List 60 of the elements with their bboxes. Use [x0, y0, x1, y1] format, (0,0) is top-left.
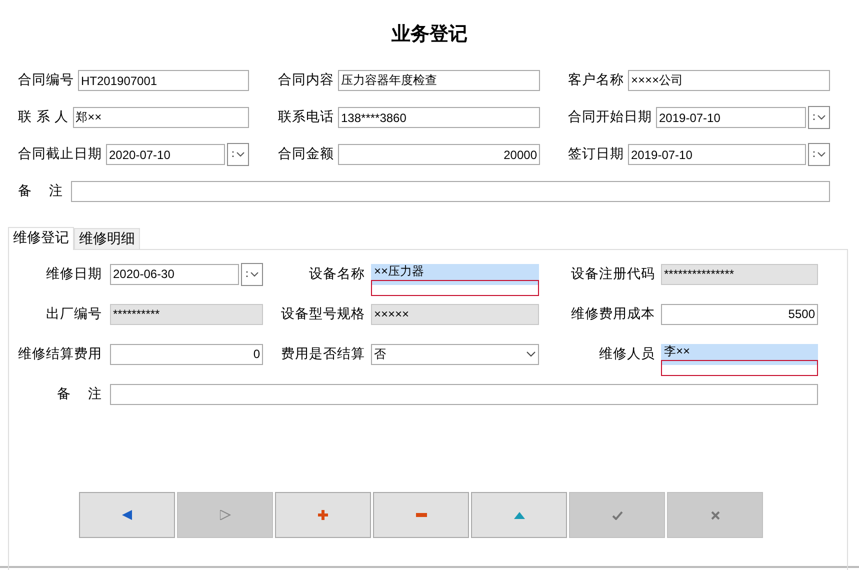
- tab[interactable]: 维修登记: [8, 227, 74, 250]
- minus-icon: [416, 513, 426, 517]
- field-label: 设备名称: [308, 264, 365, 284]
- close-icon: [710, 510, 720, 520]
- field-label: 维修日期: [45, 264, 102, 284]
- left-triangle-button[interactable]: [79, 492, 175, 538]
- plus-icon: [318, 510, 328, 520]
- field-label: 联系电话: [278, 108, 334, 128]
- dropdown-field[interactable]: 否: [371, 344, 539, 364]
- input-field[interactable]: 0: [110, 344, 263, 364]
- input-field[interactable]: HT201907001: [78, 70, 249, 91]
- field-label: 设备注册代码: [570, 264, 655, 284]
- field-label: 签订日期: [568, 145, 624, 164]
- input-field[interactable]: 138****3860: [338, 107, 540, 128]
- input-field[interactable]: 压力容器年度检查: [338, 70, 540, 91]
- field-label: 备 注: [18, 182, 64, 202]
- input-field[interactable]: ××压力器: [371, 264, 539, 284]
- field-label: 设备型号规格: [280, 304, 365, 324]
- plus-button[interactable]: [275, 492, 371, 538]
- check-icon: [612, 510, 622, 520]
- input-field[interactable]: [110, 384, 818, 404]
- date-picker-button[interactable]: :: [241, 262, 263, 286]
- right-triangle-icon: [220, 510, 230, 520]
- field-label: 合同内容: [278, 71, 334, 90]
- field-label: 维修结算费用: [18, 344, 102, 364]
- field-label: 费用是否结算: [280, 344, 365, 364]
- date-picker-button[interactable]: :: [808, 106, 830, 129]
- chevron-down-icon: [816, 152, 826, 157]
- up-triangle-button[interactable]: [471, 492, 567, 538]
- field-label: 合同编号: [18, 71, 74, 90]
- input-field[interactable]: ××××公司: [628, 70, 830, 91]
- input-field[interactable]: 2019-07-10: [628, 144, 806, 165]
- minus-button[interactable]: [373, 492, 469, 538]
- field-label: 合同截止日期: [18, 145, 102, 164]
- up-triangle-icon: [514, 512, 524, 518]
- tab[interactable]: 维修明细: [74, 228, 140, 249]
- input-field[interactable]: 5500: [661, 304, 818, 324]
- field-label: 合同金额: [278, 145, 334, 164]
- field-label: 联 系 人: [18, 108, 69, 128]
- chevron-down-icon: [250, 272, 259, 276]
- form-title: 业务登记: [392, 23, 468, 45]
- field-label: 维修人员: [598, 344, 655, 364]
- input-field[interactable]: 郑××: [72, 107, 249, 128]
- date-picker-button[interactable]: :: [808, 143, 830, 166]
- input-field[interactable]: [71, 181, 830, 202]
- input-field[interactable]: 2019-07-10: [656, 107, 806, 128]
- left-triangle-icon: [122, 510, 132, 520]
- input-field[interactable]: 李××: [661, 344, 818, 364]
- field-label: 出厂编号: [45, 304, 102, 324]
- field-label: 合同开始日期: [568, 108, 652, 128]
- chevron-down-icon: [236, 152, 245, 157]
- date-picker-button[interactable]: :: [227, 143, 249, 166]
- input-field[interactable]: 2020-07-10: [106, 144, 225, 165]
- field-label: 维修费用成本: [570, 304, 655, 324]
- field-label: 客户名称: [568, 71, 624, 90]
- input-field[interactable]: 20000: [338, 144, 540, 165]
- chevron-down-icon: [816, 115, 826, 120]
- input-field[interactable]: 2020-06-30: [110, 264, 239, 284]
- chevron-down-icon: [526, 351, 536, 357]
- field-label: 备 注: [56, 384, 102, 404]
